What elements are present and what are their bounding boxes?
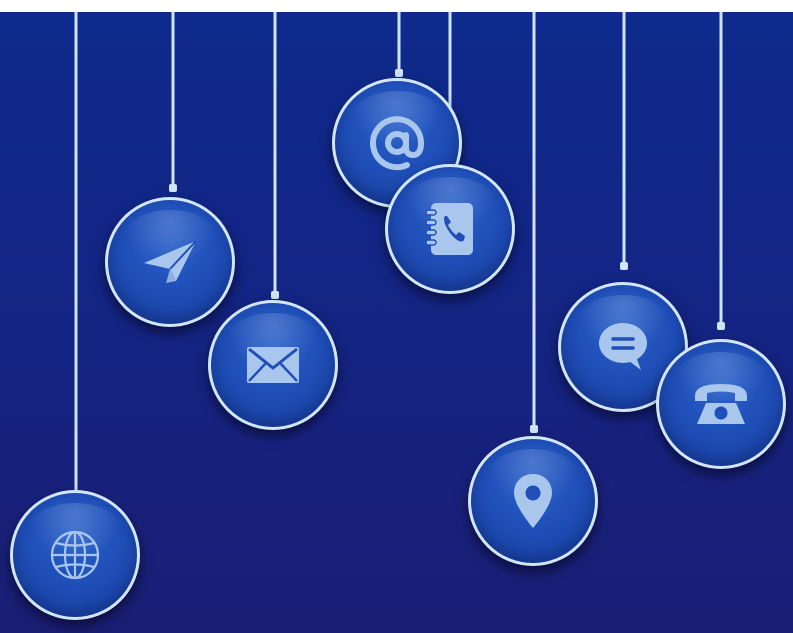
telephone-ornament[interactable] bbox=[656, 339, 786, 469]
globe-icon bbox=[50, 530, 100, 580]
globe-ornament[interactable] bbox=[10, 490, 140, 620]
at-sign-icon bbox=[370, 116, 425, 171]
map-pin-icon bbox=[514, 474, 552, 528]
map-pin-ornament[interactable] bbox=[468, 436, 598, 566]
address-book-ornament[interactable] bbox=[385, 164, 515, 294]
envelope-icon bbox=[247, 347, 299, 383]
contact-banner-background bbox=[0, 12, 793, 633]
address-book-icon bbox=[425, 203, 473, 255]
paper-plane-ornament[interactable] bbox=[105, 197, 235, 327]
chat-bubble-icon bbox=[599, 323, 647, 370]
paper-plane-icon bbox=[144, 240, 197, 283]
envelope-ornament[interactable] bbox=[208, 300, 338, 430]
telephone-icon bbox=[695, 384, 747, 424]
